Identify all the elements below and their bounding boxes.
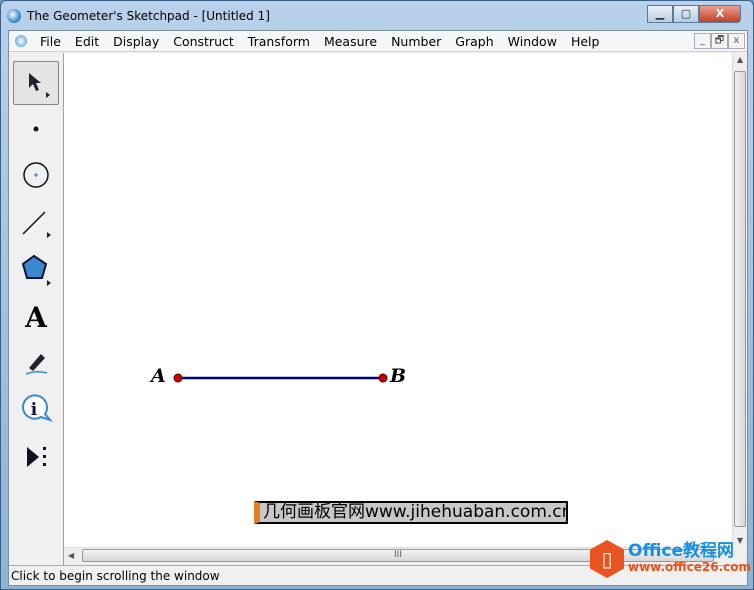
watermark-caption: 几何画板官网www.jihehuaban.com.cn	[254, 501, 568, 524]
custom-tool[interactable]	[13, 435, 59, 479]
info-icon: i	[21, 394, 53, 423]
doc-close-button[interactable]: x	[728, 33, 745, 49]
sketch-drawing	[173, 373, 388, 383]
maximize-button[interactable]: ▢	[673, 5, 699, 23]
app-icon	[7, 9, 21, 23]
app-window: The Geometer's Sketchpad - [Untitled 1] …	[0, 0, 754, 590]
scroll-up-arrow[interactable]: ▲	[737, 55, 743, 64]
menu-display[interactable]: Display	[106, 34, 166, 49]
vertical-scroll-thumb[interactable]	[734, 71, 746, 527]
text-tool[interactable]: A	[13, 295, 59, 339]
information-tool[interactable]: i	[13, 387, 59, 431]
scroll-left-arrow[interactable]: ◀	[68, 551, 74, 560]
arrow-tool[interactable]	[13, 61, 59, 105]
close-button[interactable]: X	[699, 5, 741, 23]
minimize-button[interactable]: ▁	[647, 5, 673, 23]
label-a[interactable]: A	[151, 365, 166, 387]
text-icon: A	[25, 300, 47, 334]
arrow-icon	[29, 73, 50, 98]
menu-window[interactable]: Window	[501, 34, 564, 49]
label-b[interactable]: B	[390, 365, 406, 387]
polygon-tool[interactable]	[13, 247, 59, 291]
sketch-canvas[interactable]: A B 几何画板官网www.jihehuaban.com.cn	[64, 53, 732, 547]
menu-help[interactable]: Help	[564, 34, 607, 49]
menu-transform[interactable]: Transform	[241, 34, 317, 49]
client-area: File Edit Display Construct Transform Me…	[8, 30, 748, 586]
title-bar: The Geometer's Sketchpad - [Untitled 1] …	[7, 5, 747, 27]
menu-file[interactable]: File	[33, 34, 68, 49]
menu-bar: File Edit Display Construct Transform Me…	[9, 31, 747, 52]
menu-construct[interactable]: Construct	[166, 34, 241, 49]
menu-measure[interactable]: Measure	[317, 34, 384, 49]
menu-edit[interactable]: Edit	[68, 34, 106, 49]
doc-minimize-button[interactable]: _	[694, 33, 711, 49]
info-glyph: i	[31, 400, 38, 420]
circle-icon	[23, 162, 49, 188]
marker-tool[interactable]	[13, 341, 59, 385]
compass-tool[interactable]	[13, 153, 59, 197]
segment-icon	[22, 211, 51, 238]
vertical-scrollbar[interactable]: ▲ ▼	[732, 53, 747, 547]
point-tool[interactable]	[13, 107, 59, 151]
point-b[interactable]	[378, 373, 388, 383]
logo-brand: Office教程网	[628, 541, 735, 561]
office-logo-icon: ▯	[590, 540, 624, 578]
point-a[interactable]	[173, 373, 183, 383]
window-title: The Geometer's Sketchpad - [Untitled 1]	[27, 9, 270, 23]
office26-logo: ▯ Office教程网 www.office26.com	[590, 540, 751, 578]
doc-restore-button[interactable]: 🗗	[711, 33, 728, 49]
logo-url: www.office26.com	[628, 560, 752, 574]
straightedge-tool[interactable]	[13, 201, 59, 245]
document-icon[interactable]	[15, 35, 27, 47]
polygon-icon	[21, 254, 51, 286]
toolbox: A i	[9, 53, 64, 565]
marker-icon	[25, 354, 48, 375]
menu-graph[interactable]: Graph	[448, 34, 500, 49]
menu-number[interactable]: Number	[384, 34, 448, 49]
point-icon	[33, 126, 39, 132]
play-dots-icon	[27, 447, 46, 467]
